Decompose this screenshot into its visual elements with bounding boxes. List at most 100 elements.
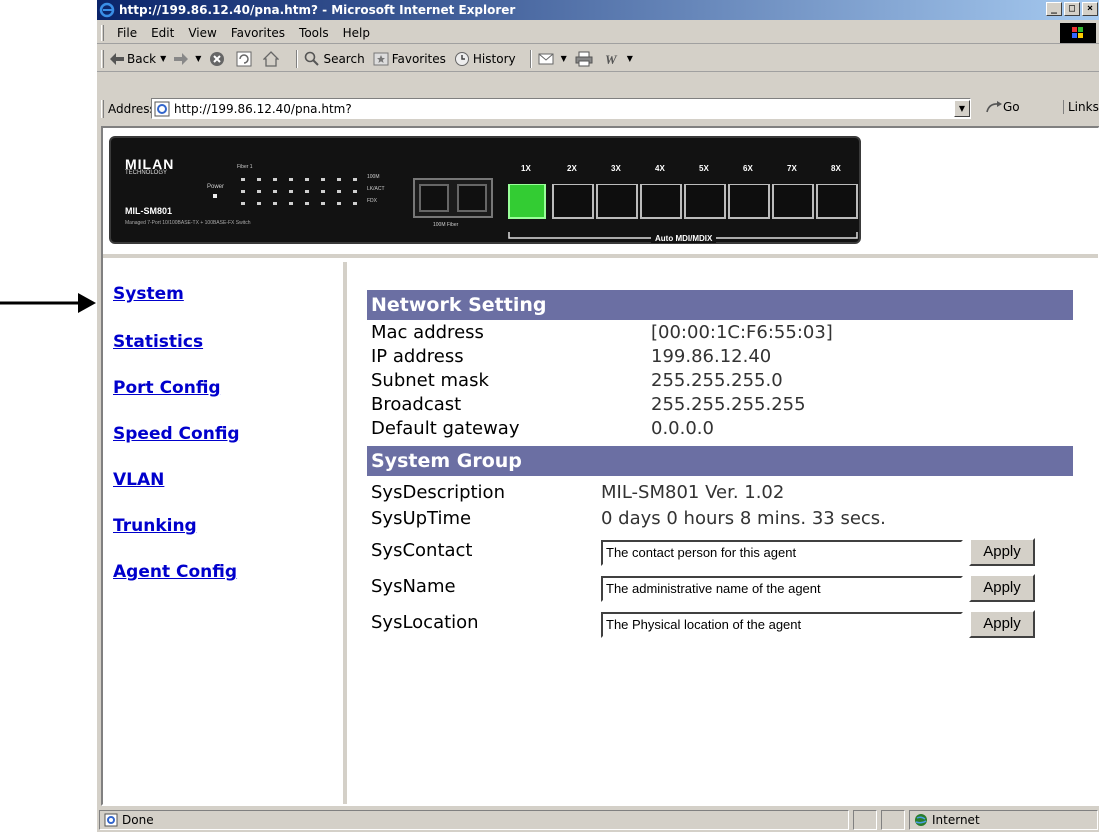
back-label: Back	[127, 51, 157, 66]
title-bar: http://199.86.12.40/pna.htm? - Microsoft…	[97, 0, 1099, 20]
status-message-pane: Done	[99, 810, 849, 830]
mail-button[interactable]: ▼	[538, 51, 567, 67]
sys-contact-input[interactable]: The contact person for this agent	[601, 540, 963, 566]
address-bar: Address http://199.86.12.40/pna.htm? ▼ G…	[97, 96, 1099, 122]
subnet-mask-value: 255.255.255.0	[651, 370, 783, 391]
device-subtitle: Managed 7-Port 10/100BASE-TX + 100BASE-F…	[125, 220, 251, 226]
port-label-7x: 7X	[787, 164, 797, 173]
address-label: Address	[108, 102, 156, 116]
led-row-label-100m: 100M	[367, 174, 380, 180]
port-label-2x: 2X	[567, 164, 577, 173]
address-dropdown-icon[interactable]: ▼	[954, 100, 970, 117]
minimize-button[interactable]: _	[1046, 2, 1062, 16]
favorites-label: Favorites	[391, 51, 446, 66]
toolbar-grip[interactable]	[101, 100, 104, 118]
forward-arrow-icon	[174, 52, 189, 65]
nav-item-agent-config[interactable]: Agent Config	[113, 562, 237, 582]
nav-item-speed-config[interactable]: Speed Config	[113, 424, 240, 444]
sys-name-input[interactable]: The administrative name of the agent	[601, 576, 963, 602]
forward-dropdown-icon[interactable]: ▼	[195, 54, 201, 63]
nav-item-system[interactable]: System	[113, 284, 184, 304]
menu-tools[interactable]: Tools	[292, 26, 336, 40]
stop-button[interactable]	[209, 51, 228, 67]
sys-location-label: SysLocation	[371, 612, 479, 633]
back-button[interactable]: Back ▼	[110, 52, 166, 66]
maximize-button[interactable]: □	[1064, 2, 1080, 16]
broadcast-value: 255.255.255.255	[651, 394, 806, 415]
sys-description-label: SysDescription	[371, 482, 505, 503]
print-icon	[575, 51, 593, 66]
toolbar-separator	[529, 49, 532, 68]
nav-item-vlan[interactable]: VLAN	[113, 470, 164, 490]
mail-dropdown-icon[interactable]: ▼	[561, 54, 567, 63]
auto-mdi-label: Auto MDI/MDIX	[651, 234, 717, 243]
window-controls: _ □ ×	[1046, 2, 1098, 16]
power-label: Power	[207, 184, 225, 190]
history-label: History	[472, 51, 516, 66]
close-button[interactable]: ×	[1082, 2, 1098, 16]
port-label-3x: 3X	[611, 164, 621, 173]
toolbar-grip[interactable]	[101, 24, 104, 41]
top-frame: MILAN TECHNOLOGY MIL-SM801 Managed 7-Por…	[103, 128, 1098, 258]
go-arrow-icon	[986, 101, 1002, 113]
default-gateway-label: Default gateway	[371, 418, 520, 439]
links-button[interactable]: Links	[1063, 100, 1099, 114]
sys-location-apply-button[interactable]: Apply	[969, 610, 1035, 638]
mac-address-value: [00:00:1C:F6:55:03]	[651, 322, 833, 343]
power-led	[213, 194, 217, 198]
address-input[interactable]: http://199.86.12.40/pna.htm? ▼	[151, 98, 971, 119]
nav-item-statistics[interactable]: Statistics	[113, 332, 203, 352]
home-icon	[263, 50, 280, 67]
favorites-button[interactable]: Favorites	[373, 51, 446, 67]
page-icon	[154, 101, 170, 116]
go-label: Go	[1003, 100, 1020, 114]
sys-uptime-label: SysUpTime	[371, 508, 472, 529]
print-button[interactable]	[575, 51, 596, 67]
edit-button[interactable]: W ▼	[604, 51, 633, 67]
nav-item-port-config[interactable]: Port Config	[113, 378, 221, 398]
menu-view[interactable]: View	[181, 26, 223, 40]
default-gateway-value: 0.0.0.0	[651, 418, 714, 439]
edit-dropdown-icon[interactable]: ▼	[627, 54, 633, 63]
fiber-port	[413, 178, 493, 218]
back-dropdown-icon[interactable]: ▼	[160, 54, 166, 63]
zone-label: Internet	[932, 813, 980, 827]
status-text: Done	[122, 813, 154, 827]
broadcast-label: Broadcast	[371, 394, 462, 415]
sys-contact-apply-button[interactable]: Apply	[969, 538, 1035, 566]
port-label-6x: 6X	[743, 164, 753, 173]
subnet-mask-label: Subnet mask	[371, 370, 489, 391]
led-row-label-lkact: LK/ACT	[367, 186, 385, 192]
mac-address-label: Mac address	[371, 322, 484, 343]
go-button[interactable]: Go	[985, 100, 1020, 114]
sys-name-apply-button[interactable]: Apply	[969, 574, 1035, 602]
nav-item-trunking[interactable]: Trunking	[113, 516, 197, 536]
toolbar-grip[interactable]	[101, 49, 104, 68]
fiber-label: 100M Fiber	[433, 222, 459, 228]
standard-toolbar: Back ▼ ▼ Search Favorites History ▼ W ▼	[97, 46, 1099, 72]
device-brand-sub: TECHNOLOGY	[125, 170, 168, 176]
history-button[interactable]: History	[454, 51, 516, 67]
menu-edit[interactable]: Edit	[144, 26, 181, 40]
refresh-icon	[236, 51, 252, 66]
device-model: MIL-SM801	[125, 206, 173, 216]
forward-button[interactable]: ▼	[174, 52, 201, 65]
home-button[interactable]	[263, 50, 282, 67]
word-edit-icon: W	[605, 52, 618, 67]
page-icon	[104, 813, 118, 827]
refresh-button[interactable]	[236, 51, 255, 67]
toolbar-separator	[296, 49, 299, 68]
address-url: http://199.86.12.40/pna.htm?	[174, 101, 352, 116]
sys-location-input[interactable]: The Physical location of the agent	[601, 612, 963, 638]
svg-text:W: W	[605, 52, 618, 67]
menu-help[interactable]: Help	[336, 26, 377, 40]
search-button[interactable]: Search	[304, 51, 365, 67]
led-row-label-fdx: FDX	[367, 198, 377, 204]
menu-favorites[interactable]: Favorites	[224, 26, 292, 40]
globe-icon	[915, 814, 927, 826]
menu-file[interactable]: File	[110, 26, 144, 40]
menu-bar: File Edit View Favorites Tools Help	[97, 22, 1099, 44]
screenshot-stage: http://199.86.12.40/pna.htm? - Microsoft…	[0, 0, 1099, 832]
ip-address-label: IP address	[371, 346, 464, 367]
window-title: http://199.86.12.40/pna.htm? - Microsoft…	[119, 3, 516, 17]
